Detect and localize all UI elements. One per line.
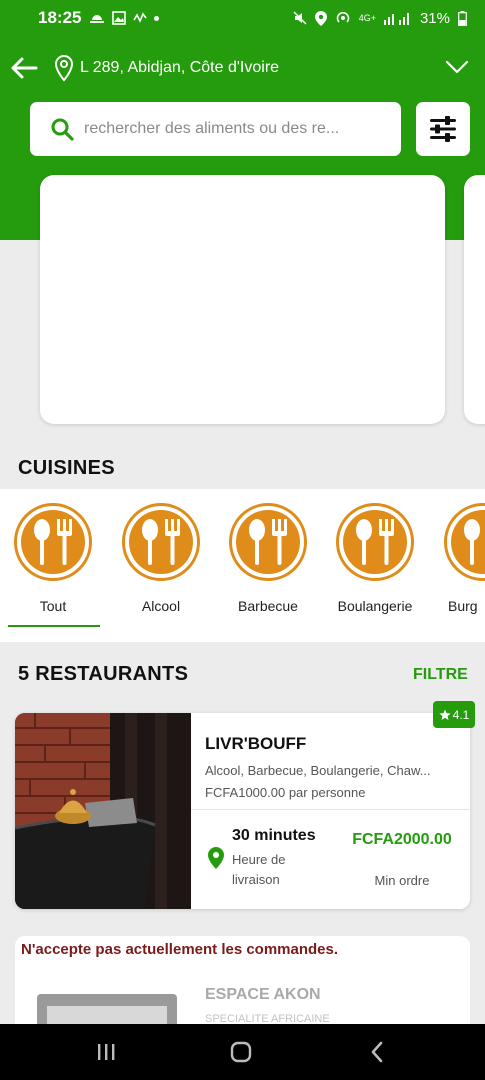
back-arrow-icon[interactable] (8, 54, 40, 82)
battery-percent: 31% (419, 9, 450, 27)
cuisine-label: Burg (448, 598, 478, 614)
battery-icon (458, 10, 467, 26)
rating-badge: 4.1 (433, 701, 475, 728)
delivery-location[interactable]: L 289, Abidjan, Côte d'Ivoire (80, 59, 279, 77)
status-time: 18:25 (38, 8, 82, 27)
mute-icon (293, 11, 307, 25)
promo-banner-card-next[interactable] (464, 175, 485, 424)
status-notification-icons (89, 11, 160, 25)
cuisines-carousel[interactable]: Tout Alcool Barbecue Boulangerie Burg (0, 489, 485, 642)
chevron-down-icon[interactable] (445, 58, 469, 76)
image-icon (112, 11, 127, 25)
cuisine-item-boulangerie[interactable]: Boulangerie (330, 503, 420, 614)
cuisine-item-burger[interactable]: Burg (438, 503, 485, 614)
delivery-time-label: Heure de livraison (232, 852, 286, 887)
status-bar: 18:25 4G+ 31% (0, 0, 485, 36)
restaurant-name: LIVR'BOUFF (205, 734, 307, 753)
location-pin-icon (54, 54, 74, 82)
sliders-icon (430, 116, 456, 142)
search-placeholder: rechercher des aliments ou des re... (84, 120, 340, 137)
search-icon (51, 118, 74, 141)
search-input[interactable]: rechercher des aliments ou des re... (30, 102, 401, 156)
filter-button[interactable]: FILTRE (413, 666, 468, 684)
app-screen: 18:25 4G+ 31% L 289, Abidjan, Côte d'Ivo… (0, 0, 485, 1080)
star-icon (439, 709, 451, 720)
network-type: 4G+ (358, 13, 376, 23)
weather-icon (90, 15, 105, 23)
card-divider (191, 809, 470, 810)
closed-notice: N'accepte pas actuellement les commandes… (21, 941, 339, 958)
cuisines-title: CUISINES (18, 457, 115, 479)
filter-settings-button[interactable] (416, 102, 470, 156)
restaurant-photo (15, 713, 191, 909)
cutlery-icon (356, 519, 394, 565)
restaurant-name: ESPACE AKON (205, 986, 321, 1003)
location-pin-icon (208, 847, 224, 869)
cuisine-item-tout[interactable]: Tout (8, 503, 98, 614)
restaurant-card[interactable]: LIVR'BOUFF Alcool, Barbecue, Boulangerie… (15, 713, 470, 909)
restaurant-price: FCFA1000.00 par personne (205, 785, 366, 800)
more-notifications-icon (154, 15, 160, 21)
cuisine-icon-circle (14, 503, 92, 581)
restaurants-count-title: 5 RESTAURANTS (18, 663, 189, 685)
cuisine-icon-circle (444, 503, 485, 581)
hotspot-icon (336, 11, 349, 23)
cuisine-item-alcool[interactable]: Alcool (116, 503, 206, 614)
home-icon[interactable] (230, 1041, 252, 1063)
cutlery-icon (142, 519, 180, 565)
system-nav-bar (0, 1024, 485, 1080)
signal-icon (383, 13, 409, 25)
selected-cuisine-indicator (8, 625, 100, 627)
cuisine-label: Tout (39, 598, 67, 614)
cuisine-label: Boulangerie (337, 598, 413, 614)
min-order-value: FCFA2000.00 (352, 831, 452, 848)
recent-apps-icon[interactable] (95, 1042, 117, 1062)
cuisine-label: Barbecue (238, 598, 298, 614)
delivery-time: 30 minutes (232, 827, 316, 844)
min-order-label: Min ordre (374, 873, 430, 888)
cutlery-icon (464, 519, 480, 565)
cuisine-icon-circle (122, 503, 200, 581)
cuisine-icon-circle (229, 503, 307, 581)
back-icon[interactable] (368, 1040, 386, 1064)
promo-banner-card[interactable] (40, 175, 445, 424)
cutlery-icon (34, 519, 72, 565)
cuisine-label: Alcool (141, 598, 181, 614)
restaurant-cuisines: Alcool, Barbecue, Boulangerie, Chaw... (205, 763, 431, 778)
cutlery-icon (249, 519, 287, 565)
activity-icon (133, 12, 148, 23)
cuisine-item-barbecue[interactable]: Barbecue (223, 503, 313, 614)
location-status-icon (314, 10, 327, 26)
rating-value: 4.1 (452, 707, 470, 722)
cuisine-icon-circle (336, 503, 414, 581)
